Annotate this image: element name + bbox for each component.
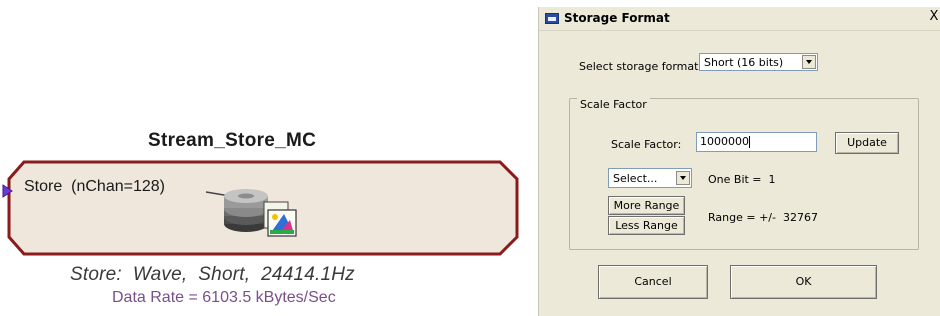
storage-format-dialog: Storage Format X Select storage format: … (538, 7, 940, 316)
scale-factor-label: Scale Factor: (611, 138, 682, 151)
storage-format-value: Short (16 bits) (704, 56, 784, 69)
data-rate-text: Data Rate = 6103.5 kBytes/Sec (112, 289, 336, 306)
more-range-button[interactable]: More Range (608, 196, 685, 215)
storage-disk-icon (224, 189, 297, 237)
storage-format-select[interactable]: Short (16 bits) (699, 53, 818, 71)
cancel-button[interactable]: Cancel (598, 265, 708, 299)
less-range-button[interactable]: Less Range (608, 216, 685, 235)
store-info-text: Store: Wave, Short, 24414.1Hz (70, 264, 355, 285)
range-select[interactable]: Select... (608, 168, 692, 188)
range-text: Range = +/- 32767 (708, 211, 818, 224)
window-app-icon (545, 13, 559, 24)
scale-factor-input[interactable]: 1000000 (696, 132, 817, 152)
scale-factor-value: 1000000 (700, 135, 749, 148)
format-label: Select storage format: (579, 60, 703, 73)
dialog-titlebar[interactable]: Storage Format X (539, 7, 940, 31)
text-caret (749, 136, 750, 148)
ok-button[interactable]: OK (730, 265, 877, 299)
chevron-down-icon[interactable] (676, 171, 690, 185)
scale-factor-group-label: Scale Factor (577, 98, 650, 111)
range-select-value: Select... (613, 172, 658, 185)
one-bit-text: One Bit = 1 (708, 173, 776, 186)
close-button[interactable]: X (927, 9, 940, 25)
dialog-title: Storage Format (564, 11, 670, 25)
block-port-label: Store (nChan=128) (24, 178, 165, 195)
block-title: Stream_Store_MC (148, 130, 317, 151)
chevron-down-icon[interactable] (802, 55, 816, 69)
update-button[interactable]: Update (835, 132, 899, 154)
screenshot-canvas: Stream_Store_MC Store (nChan=128) Store:… (0, 0, 940, 316)
